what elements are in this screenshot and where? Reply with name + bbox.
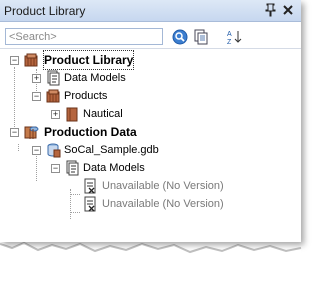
tree-node-label: Production Data — [44, 125, 137, 139]
search-input[interactable] — [5, 28, 163, 45]
tree-node-nautical[interactable]: + Nautical — [0, 105, 301, 123]
close-icon[interactable] — [280, 2, 296, 18]
collapse-toggle[interactable]: − — [32, 92, 41, 101]
tree-node-label: Nautical — [83, 108, 123, 120]
tree-node-data-models[interactable]: + Data Models — [0, 69, 301, 87]
data-models-icon — [45, 70, 61, 86]
tree-node-gdb[interactable]: − SoCal_Sample.gdb — [0, 141, 301, 159]
tree-node-label: Product Library — [42, 50, 135, 70]
torn-edge — [0, 241, 302, 283]
product-library-window: Product Library AZ − — [0, 0, 301, 242]
tree-node-label: Unavailable (No Version) — [102, 180, 224, 192]
nautical-icon — [64, 106, 80, 122]
tree-node-label: Products — [64, 90, 108, 102]
collapse-toggle[interactable]: − — [51, 164, 60, 173]
tree-node-production-data[interactable]: − Production Data — [0, 123, 301, 141]
window-title-bar[interactable]: Product Library — [0, 0, 301, 22]
svg-text:Z: Z — [227, 39, 232, 46]
sort-az-icon[interactable]: AZ — [226, 28, 244, 46]
library-tree: − Product Library + Data Models − Produc… — [0, 49, 301, 242]
tree-node-product-library[interactable]: − Product Library — [0, 50, 301, 70]
copy-icon[interactable] — [192, 28, 210, 46]
collapse-toggle[interactable]: − — [10, 128, 19, 137]
collapse-toggle[interactable]: − — [10, 56, 19, 65]
pin-icon[interactable] — [262, 2, 278, 18]
collapse-toggle[interactable]: − — [32, 146, 41, 155]
search-icon[interactable] — [171, 28, 189, 46]
toolbar: AZ — [0, 22, 301, 50]
tree-node-products[interactable]: − Products — [0, 87, 301, 105]
tree-node-unavailable[interactable]: Unavailable (No Version) — [0, 195, 301, 213]
tree-node-gdb-data-models[interactable]: − Data Models — [0, 159, 301, 177]
tree-node-label: Data Models — [64, 72, 126, 84]
geodatabase-icon — [45, 142, 61, 158]
tree-node-label: Unavailable (No Version) — [102, 198, 224, 210]
unavailable-model-icon — [82, 178, 98, 194]
production-data-icon — [23, 124, 39, 140]
svg-text:A: A — [227, 31, 232, 38]
tree-node-label: Data Models — [83, 162, 145, 174]
expand-toggle[interactable]: + — [32, 74, 41, 83]
products-icon — [45, 88, 61, 104]
expand-toggle[interactable]: + — [51, 110, 60, 119]
tree-node-label: SoCal_Sample.gdb — [64, 144, 159, 156]
tree-node-unavailable[interactable]: Unavailable (No Version) — [0, 177, 301, 195]
unavailable-model-icon — [82, 196, 98, 212]
window-title: Product Library — [4, 4, 86, 18]
product-library-icon — [23, 52, 39, 68]
data-models-icon — [64, 160, 80, 176]
